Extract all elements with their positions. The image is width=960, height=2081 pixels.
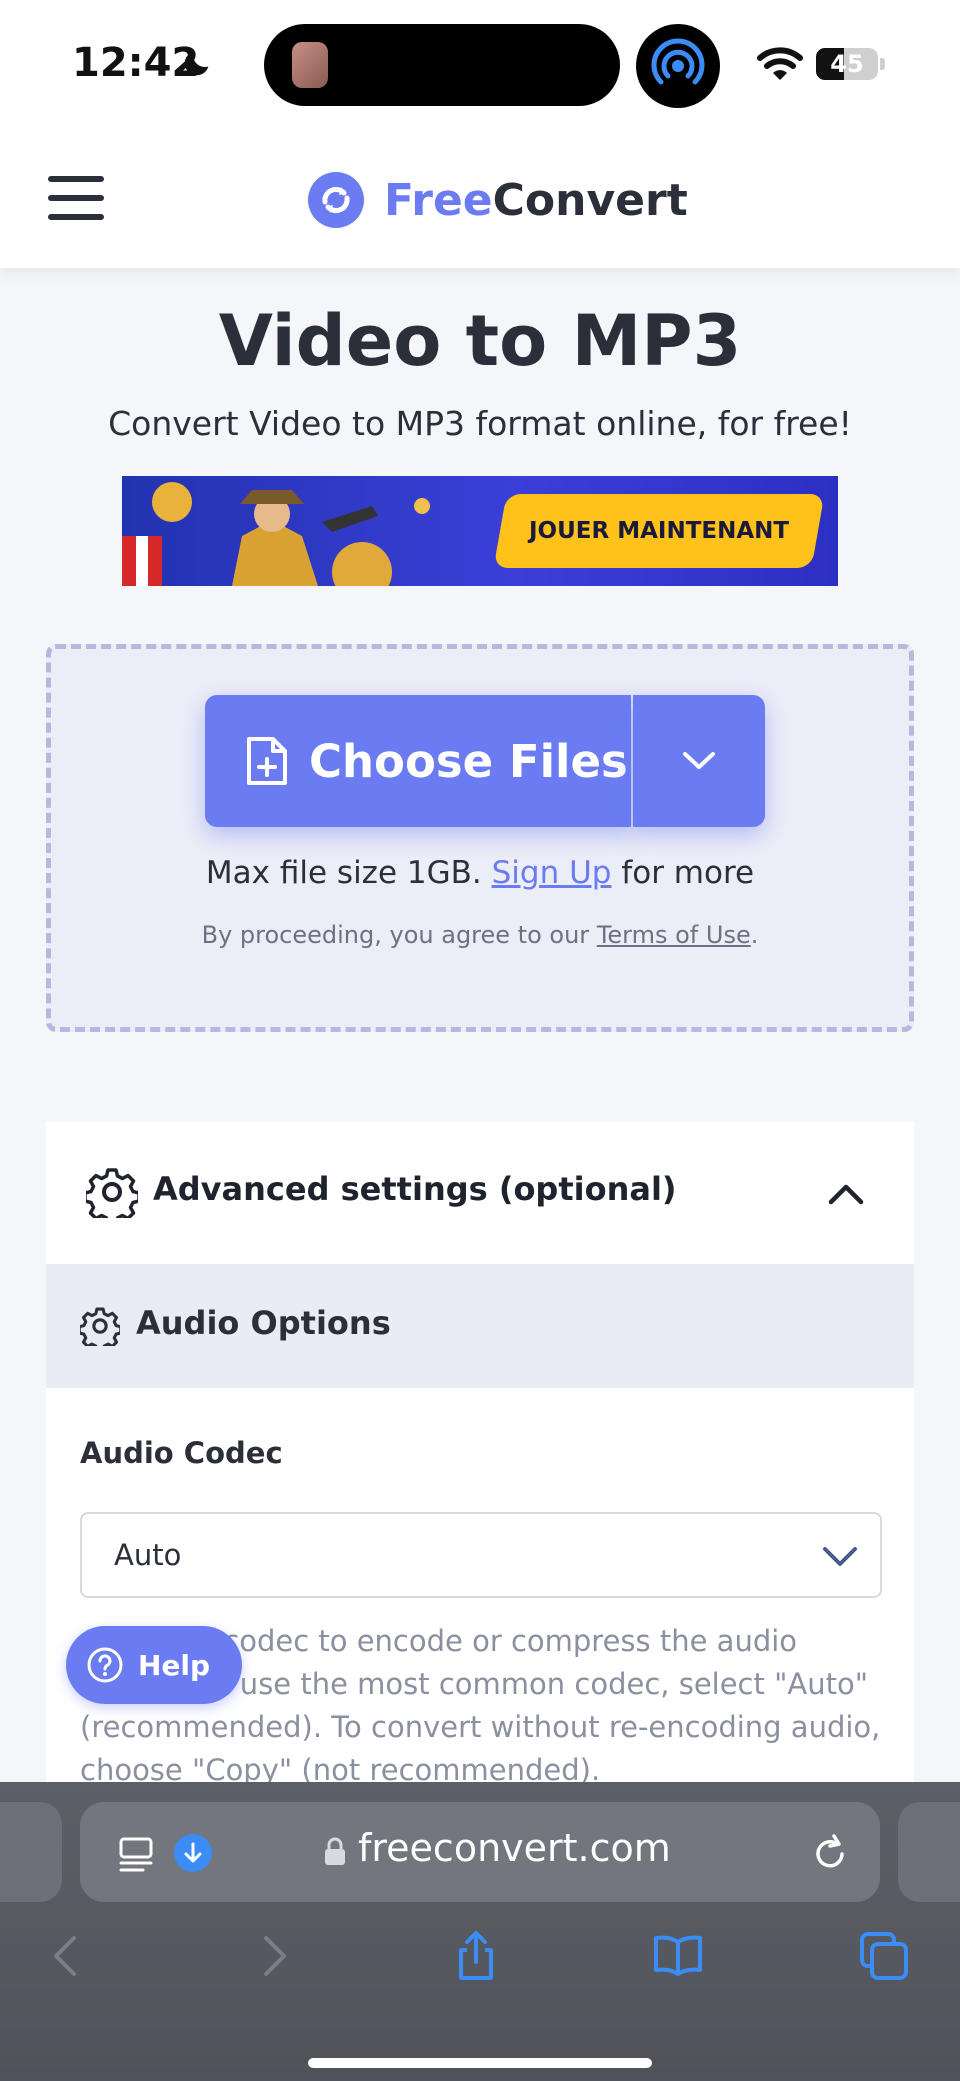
chevron-down-icon [823,1547,857,1566]
gear-icon [86,1168,138,1218]
chevron-down-icon [683,752,715,769]
browser-toolbar: freeconvert.com [0,1782,960,2081]
battery-indicator: 45 [816,48,878,80]
audio-options-section-header: Audio Options [46,1264,914,1388]
logo-text: FreeConvert [384,174,688,226]
now-playing-thumbnail [292,42,328,88]
battery-level: 45 [830,50,864,78]
audio-codec-value: Auto [114,1538,182,1572]
terms-of-use-link[interactable]: Terms of Use [597,921,751,949]
lock-icon [325,1837,345,1865]
sign-up-link[interactable]: Sign Up [492,855,612,891]
freeconvert-logo[interactable]: FreeConvert [308,170,688,230]
add-file-icon [247,737,287,785]
download-icon[interactable] [174,1834,212,1872]
upload-source-dropdown[interactable] [633,695,765,827]
battery-nub [880,58,885,70]
ad-banner[interactable]: JOUER MAINTENANT [122,476,838,586]
terms-note: By proceeding, you agree to our Terms of… [201,921,759,949]
moon-icon [184,51,209,76]
bookmarks-icon[interactable] [652,1930,704,1982]
next-tab-preview[interactable] [898,1802,960,1902]
file-dropzone[interactable]: Choose Files Max file size 1GB. Sign Up … [46,644,914,1032]
page-title: Video to MP3 [218,300,742,382]
status-bar: 12:42 45 [0,0,960,130]
ad-artwork [122,482,430,586]
choose-files-label: Choose Files [309,734,628,788]
forward-icon[interactable] [248,1930,300,1982]
page-subtitle: Convert Video to MP3 format online, for … [108,404,852,443]
share-icon[interactable] [450,1930,502,1982]
advanced-settings-toggle[interactable]: Advanced settings (optional) [46,1122,914,1264]
site-header: FreeConvert [0,130,960,268]
airdrop-icon [636,24,720,108]
help-button[interactable]: Help [66,1626,242,1704]
ad-play-now-button[interactable]: JOUER MAINTENANT [493,494,825,568]
reload-icon[interactable] [810,1832,850,1872]
back-icon[interactable] [40,1930,92,1982]
wifi-icon [757,47,803,80]
question-icon [87,1647,123,1683]
choose-files-button[interactable]: Choose Files [205,695,631,827]
tabs-icon[interactable] [858,1930,910,1982]
audio-options-title: Audio Options [136,1304,391,1342]
advanced-settings-title: Advanced settings (optional) [153,1170,677,1208]
page-menu-icon[interactable] [118,1836,154,1874]
dynamic-island [264,24,620,106]
audio-codec-label: Audio Codec [80,1436,283,1470]
address-bar[interactable]: freeconvert.com [80,1802,880,1902]
max-file-size-note: Max file size 1GB. Sign Up for more [205,855,755,891]
menu-button[interactable] [48,176,104,220]
help-label: Help [138,1648,211,1682]
home-indicator [308,2058,652,2068]
chevron-up-icon[interactable] [826,1174,866,1210]
previous-tab-preview[interactable] [0,1802,62,1902]
audio-codec-select[interactable]: Auto [80,1512,882,1598]
url-text: freeconvert.com [358,1826,671,1870]
gear-icon [80,1307,120,1346]
convert-logo-icon [308,172,364,228]
